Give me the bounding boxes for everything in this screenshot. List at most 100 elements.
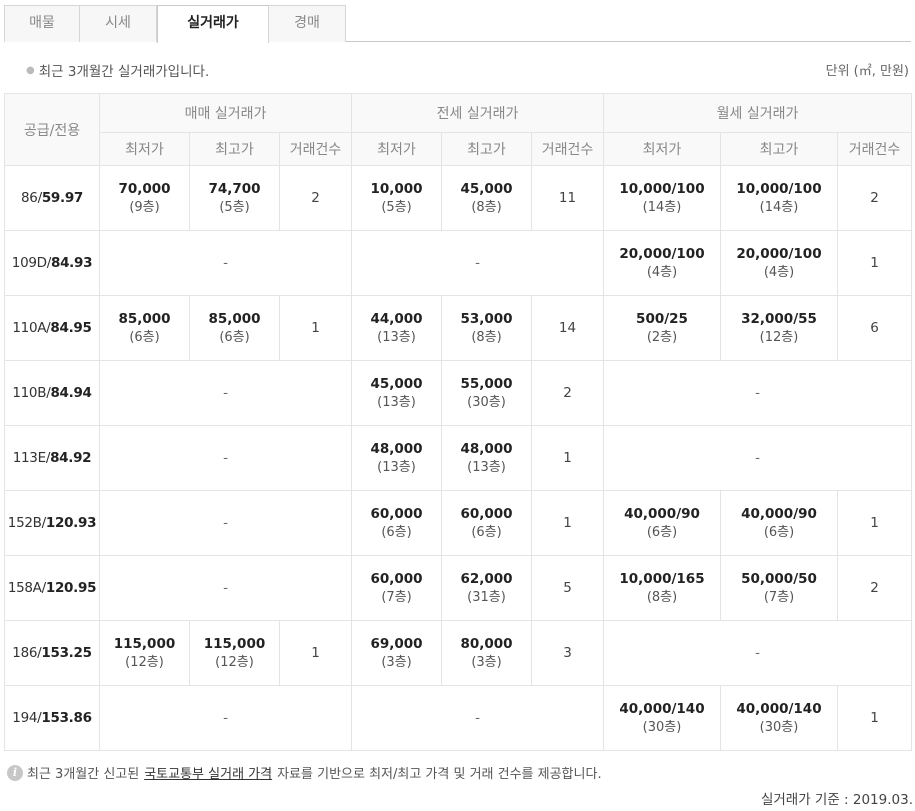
exclusive-area: 84.95 <box>50 320 92 336</box>
table-row: 86/59.97 70,000 (9층) 74,700 (5층) 2 10,000 (5층) 4… <box>4 165 912 231</box>
area-cell: 186/153.25 <box>4 620 100 686</box>
area-cell: 152B/120.93 <box>4 490 100 556</box>
supply-area: 110A <box>12 320 47 336</box>
table-row: 194/153.86- -40,000/140 (30층) 40,000/140 (30… <box>4 685 912 751</box>
monthly-min-price: 40,000/90 <box>624 505 700 522</box>
info-icon: i <box>7 764 23 781</box>
area-cell: 113E/84.92 <box>4 425 100 491</box>
area-cell: 110B/84.94 <box>4 360 100 426</box>
jeonse-count: 1 <box>531 425 604 491</box>
jeonse-max-price: 53,000 <box>460 310 513 327</box>
monthly-max-floor: (12층) <box>759 329 799 345</box>
jeonse-max-price: 55,000 <box>460 375 513 392</box>
jeonse-min-price: 60,000 <box>370 505 423 522</box>
tab-market-price[interactable]: 시세 <box>79 5 157 42</box>
exclusive-area: 120.95 <box>45 580 97 596</box>
monthly-max-price: 10,000/100 <box>736 180 822 197</box>
supply-area: 194 <box>12 710 38 726</box>
supply-area: 186 <box>12 645 38 661</box>
header-jeonse: 전세 실거래가 <box>351 93 604 133</box>
sale-min-price: 70,000 <box>118 180 171 197</box>
jeonse-max-floor: (3층) <box>471 654 502 670</box>
supply-area: 158A <box>7 580 42 596</box>
tab-actual-transactions[interactable]: 실거래가 <box>157 5 269 43</box>
jeonse-max-floor: (8층) <box>471 329 502 345</box>
table-row: 152B/120.93-60,000 (6층) 60,000 (6층) 1 40,000/… <box>4 490 912 556</box>
tab-listings[interactable]: 매물 <box>4 5 80 42</box>
jeonse-min-price-cell: 45,000 (13층) <box>351 360 442 426</box>
jeonse-min-price: 45,000 <box>370 375 423 392</box>
header-count: 거래건수 <box>837 132 912 166</box>
monthly-max-price-cell: 50,000/50 (7층) <box>720 555 838 621</box>
jeonse-min-floor: (5층) <box>381 199 412 215</box>
jeonse-max-floor: (8층) <box>471 199 502 215</box>
monthly-max-price-cell: 40,000/140 (30층) <box>720 685 838 751</box>
monthly-min-price: 40,000/140 <box>619 700 705 717</box>
monthly-max-price: 32,000/55 <box>741 310 817 327</box>
jeonse-count: 3 <box>531 620 604 686</box>
jeonse-count: 2 <box>531 360 604 426</box>
area-cell: 109D/84.93 <box>4 230 100 296</box>
jeonse-min-price: 60,000 <box>370 570 423 587</box>
header-min: 최저가 <box>99 132 190 166</box>
monthly-min-floor: (14층) <box>642 199 682 215</box>
table-row: 110A/84.95 85,000 (6층) 85,000 (6층) 1 44,000 (13… <box>4 295 912 361</box>
sale-max-floor: (6층) <box>219 329 250 345</box>
tab-auction[interactable]: 경매 <box>268 5 346 42</box>
monthly-max-price: 20,000/100 <box>736 245 822 262</box>
jeonse-max-floor: (13층) <box>467 459 506 475</box>
transaction-table: 공급/전용 매매 실거래가 전세 실거래가 월세 실거래가 최저가 최고가 거래… <box>4 93 912 751</box>
jeonse-min-price-cell: 60,000 (6층) <box>351 490 442 556</box>
jeonse-min-floor: (3층) <box>381 654 412 670</box>
sale-max-floor: (5층) <box>219 199 250 215</box>
monthly-max-price-cell: 10,000/100 (14층) <box>720 165 838 231</box>
exclusive-area: 120.93 <box>45 515 97 531</box>
monthly-min-floor: (6층) <box>646 524 678 540</box>
supply-area: 152B <box>7 515 42 531</box>
tab-bar: 매물 시세 실거래가 경매 <box>4 5 911 43</box>
monthly-count: 6 <box>837 295 912 361</box>
jeonse-max-price-cell: 53,000 (8층) <box>441 295 532 361</box>
header-max: 최고가 <box>441 132 532 166</box>
header-min: 최저가 <box>351 132 442 166</box>
monthly-count: 1 <box>837 490 912 556</box>
jeonse-min-price-cell: 44,000 (13층) <box>351 295 442 361</box>
jeonse-min-floor: (13층) <box>377 459 416 475</box>
jeonse-max-floor: (31층) <box>467 589 506 605</box>
jeonse-min-floor: (13층) <box>377 329 416 345</box>
jeonse-count: 14 <box>531 295 604 361</box>
jeonse-min-price: 44,000 <box>370 310 423 327</box>
exclusive-area: 153.25 <box>41 645 92 661</box>
sale-empty: - <box>99 555 352 621</box>
area-cell: 158A/120.95 <box>4 555 100 621</box>
molit-link[interactable]: 국토교통부 실거래 가격 <box>144 763 272 782</box>
monthly-max-price: 50,000/50 <box>741 570 817 587</box>
exclusive-area: 153.86 <box>41 710 92 726</box>
jeonse-min-price: 69,000 <box>370 635 423 652</box>
sale-min-price: 85,000 <box>118 310 171 327</box>
monthly-min-floor: (30층) <box>642 719 682 735</box>
jeonse-max-price-cell: 60,000 (6층) <box>441 490 532 556</box>
bullet-icon: ● <box>26 65 35 76</box>
monthly-count: 2 <box>837 555 912 621</box>
monthly-max-price-cell: 20,000/100 (4층) <box>720 230 838 296</box>
supply-area: 110B <box>12 385 47 401</box>
footer-suffix: 자료를 기반으로 최저/최고 가격 및 거래 건수를 제공합니다. <box>277 767 602 782</box>
monthly-min-price: 500/25 <box>636 310 688 327</box>
header-area: 공급/전용 <box>4 93 100 166</box>
jeonse-min-floor: (6층) <box>381 524 412 540</box>
monthly-empty: - <box>603 620 912 686</box>
monthly-empty: - <box>603 425 912 491</box>
jeonse-min-price-cell: 48,000 (13층) <box>351 425 442 491</box>
jeonse-min-price-cell: 60,000 (7층) <box>351 555 442 621</box>
jeonse-min-price-cell: 10,000 (5층) <box>351 165 442 231</box>
sale-max-price: 74,700 <box>208 180 261 197</box>
sale-empty: - <box>99 425 352 491</box>
jeonse-max-price-cell: 55,000 (30층) <box>441 360 532 426</box>
table-row: 109D/84.93- -20,000/100 (4층) 20,000/100 (4층)… <box>4 230 912 296</box>
area-cell: 86/59.97 <box>4 165 100 231</box>
monthly-min-floor: (2층) <box>646 329 678 345</box>
area-cell: 110A/84.95 <box>4 295 100 361</box>
jeonse-min-price-cell: 69,000 (3층) <box>351 620 442 686</box>
monthly-min-floor: (4층) <box>646 264 678 280</box>
